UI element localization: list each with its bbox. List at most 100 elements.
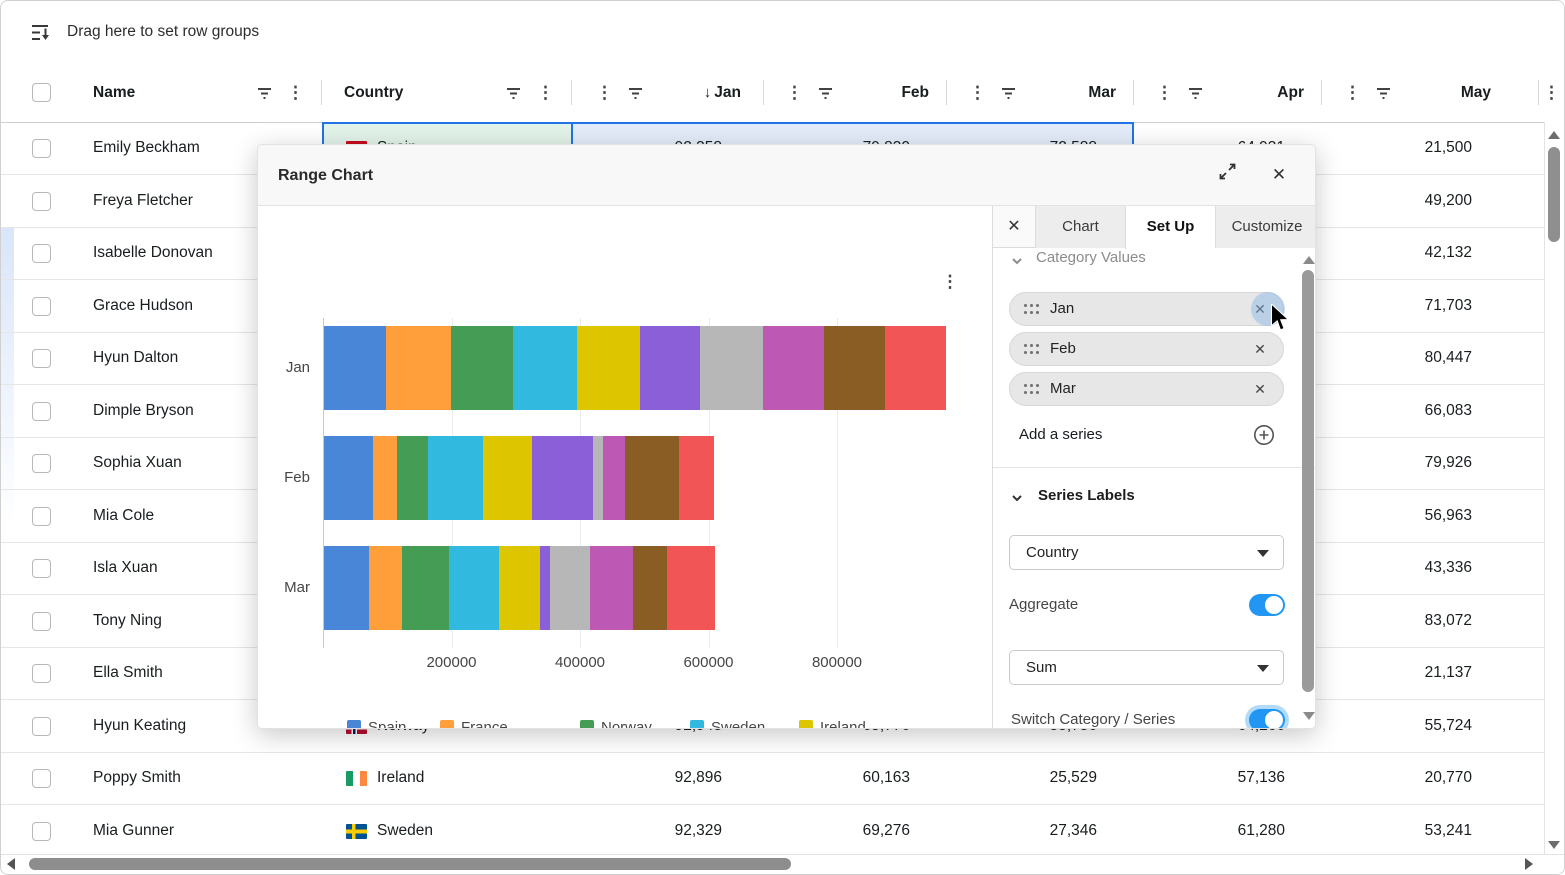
scroll-up-icon[interactable] [1548,131,1560,139]
aggregate-toggle[interactable] [1249,594,1285,616]
cell-name[interactable]: Mia Gunner [93,805,174,857]
column-menu-icon[interactable]: ⋮ [1344,63,1354,122]
column-menu-icon[interactable]: ⋮ [596,63,606,122]
legend-item-norway[interactable]: Norway [580,719,700,729]
row-group-drop-zone[interactable]: Drag here to set row groups [1,1,1564,64]
row-checkbox[interactable] [32,822,51,841]
cell-name[interactable]: Dimple Bryson [93,385,194,437]
cell-name[interactable]: Hyun Dalton [93,332,178,384]
cell-may[interactable]: 71,703 [1352,280,1472,332]
column-separator[interactable] [946,80,947,105]
series-label-column-select[interactable]: Country [1009,535,1284,570]
maximize-icon[interactable] [1214,162,1240,188]
column-header-country[interactable]: Country [344,63,403,122]
cell-name[interactable]: Sophia Xuan [93,437,182,489]
panel-scroll-up-icon[interactable] [1303,256,1315,264]
cell-may[interactable]: 21,137 [1352,647,1472,699]
column-separator[interactable] [321,80,322,105]
remove-icon[interactable]: ✕ [1251,373,1269,405]
row-checkbox[interactable] [32,402,51,421]
cell-name[interactable]: Ella Smith [93,647,163,699]
cell-name[interactable]: Freya Fletcher [93,175,193,227]
cell-name[interactable]: Tony Ning [93,595,162,647]
row-checkbox[interactable] [32,769,51,788]
column-menu-icon[interactable]: ⋮ [287,63,297,122]
column-header-apr[interactable]: Apr [1204,63,1304,122]
legend-item-sweden[interactable]: Sweden [690,719,810,729]
column-menu-icon[interactable]: ⋮ [786,63,796,122]
panel-scrollbar-thumb[interactable] [1302,270,1314,692]
column-header-mar[interactable]: Mar [1016,63,1116,122]
cell-jan[interactable]: 92,896 [602,752,722,804]
filter-icon[interactable] [257,87,272,105]
row-checkbox[interactable] [32,349,51,368]
drag-handle-icon[interactable] [1024,344,1040,355]
vertical-scrollbar[interactable] [1544,122,1564,857]
panel-close-icon[interactable]: ✕ [993,206,1035,248]
collapse-icon[interactable] [1011,491,1023,503]
row-checkbox[interactable] [32,244,51,263]
tab-customize[interactable]: Customize [1215,206,1316,248]
legend-item-ireland[interactable]: Ireland [799,719,919,729]
category-pill-feb[interactable]: Feb✕ [1009,332,1284,366]
cell-may[interactable]: 20,770 [1352,752,1472,804]
row-checkbox[interactable] [32,612,51,631]
collapse-icon[interactable] [1011,254,1023,266]
column-separator[interactable] [1321,80,1322,105]
close-icon[interactable]: ✕ [1266,162,1292,188]
cell-may[interactable]: 83,072 [1352,595,1472,647]
switch-category-series-toggle[interactable] [1249,709,1285,729]
row-checkbox[interactable] [32,454,51,473]
cell-country[interactable]: Sweden [377,805,433,857]
cell-feb[interactable]: 60,163 [790,752,910,804]
cell-name[interactable]: Grace Hudson [93,280,193,332]
select-all-checkbox[interactable] [32,83,51,102]
vertical-scrollbar-thumb[interactable] [1548,147,1560,242]
column-separator[interactable] [1538,80,1539,105]
row-checkbox[interactable] [32,297,51,316]
cell-country[interactable]: Ireland [377,752,424,804]
cell-may[interactable]: 21,500 [1352,122,1472,174]
filter-icon[interactable] [1376,87,1391,105]
legend-item-france[interactable]: France [440,719,560,729]
column-menu-icon[interactable]: ⋮ [537,63,547,122]
row-checkbox[interactable] [32,559,51,578]
cell-may[interactable]: 49,200 [1352,175,1472,227]
column-header-may[interactable]: May [1391,63,1491,122]
cell-mar[interactable]: 27,346 [977,805,1097,857]
column-header-feb[interactable]: Feb [829,63,929,122]
scroll-right-icon[interactable] [1525,858,1533,870]
cell-feb[interactable]: 69,276 [790,805,910,857]
column-separator[interactable] [571,80,572,105]
tab-chart[interactable]: Chart [1035,206,1125,248]
category-pill-jan[interactable]: Jan✕ [1009,292,1284,326]
column-header-name[interactable]: Name [93,63,135,122]
chart-menu-icon[interactable]: ⋮ [938,270,962,294]
row-checkbox[interactable] [32,507,51,526]
cell-name[interactable]: Emily Beckham [93,122,200,174]
filter-icon[interactable] [1001,87,1016,105]
scroll-left-icon[interactable] [7,858,15,870]
add-series-button[interactable]: Add a series [1019,426,1102,443]
category-values-section-title[interactable]: Category Values [1036,249,1146,266]
cell-apr[interactable]: 61,280 [1165,805,1285,857]
column-separator[interactable] [763,80,764,105]
cell-may[interactable]: 66,083 [1352,385,1472,437]
drag-handle-icon[interactable] [1024,384,1040,395]
row-checkbox[interactable] [32,139,51,158]
cell-name[interactable]: Poppy Smith [93,752,181,804]
column-menu-icon[interactable]: ⋮ [1156,63,1166,122]
cell-may[interactable]: 53,241 [1352,805,1472,857]
cell-may[interactable]: 80,447 [1352,332,1472,384]
cell-name[interactable]: Mia Cole [93,490,154,542]
column-menu-icon[interactable]: ⋮ [1543,63,1553,122]
tab-set-up[interactable]: Set Up [1125,206,1215,249]
horizontal-scrollbar-thumb[interactable] [29,858,791,870]
cell-may[interactable]: 42,132 [1352,227,1472,279]
dialog-titlebar[interactable]: Range Chart ✕ [258,145,1315,206]
horizontal-scrollbar[interactable] [1,854,1564,874]
series-labels-section-title[interactable]: Series Labels [1038,487,1135,504]
cell-may[interactable]: 79,926 [1352,437,1472,489]
scroll-down-icon[interactable] [1548,841,1560,849]
cell-name[interactable]: Isla Xuan [93,542,158,594]
